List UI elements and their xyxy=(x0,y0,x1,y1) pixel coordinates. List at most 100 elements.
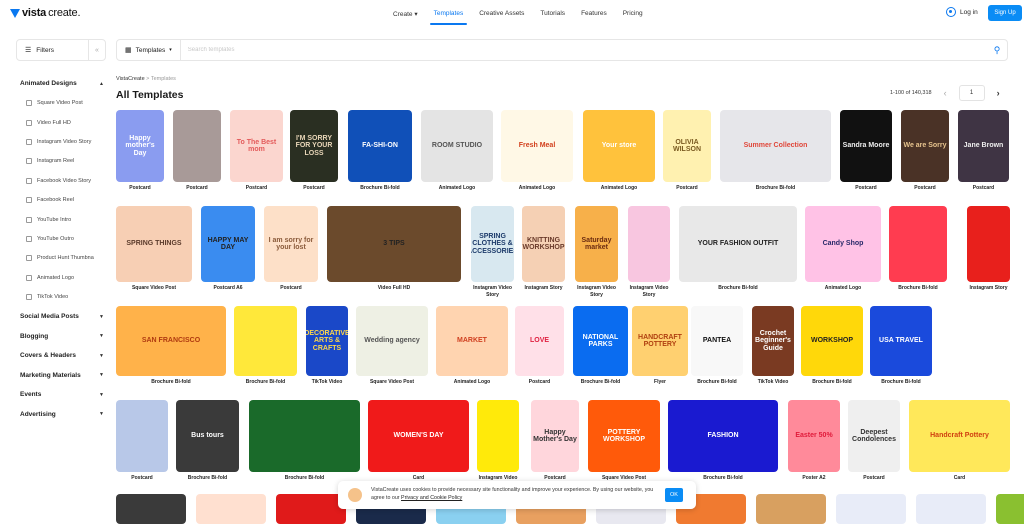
template-thumbnail[interactable]: Deepest Condolences xyxy=(848,400,900,472)
sidebar-item-square-video-post[interactable]: Square Video Post xyxy=(20,94,104,113)
sidebar-item-tiktok-video[interactable]: TikTok Video xyxy=(20,287,104,306)
search-input[interactable] xyxy=(180,47,987,53)
template-card[interactable]: Summer Collection Brochure Bi-fold xyxy=(720,110,831,192)
template-card[interactable]: Instagram Video xyxy=(477,400,519,482)
template-card[interactable]: I'M SORRY FOR YOUR LOSS Postcard xyxy=(290,110,338,192)
template-card[interactable]: Bus tours Brochure Bi-fold xyxy=(176,400,239,482)
nav-item-create[interactable]: Create ▾ xyxy=(385,0,426,27)
template-card[interactable]: Sandra Moore Postcard xyxy=(840,110,892,192)
template-thumbnail[interactable]: MARKET xyxy=(436,306,508,376)
template-card[interactable]: Handcraft Pottery Card xyxy=(909,400,1010,482)
prev-page-icon[interactable]: ‹ xyxy=(944,88,947,98)
template-thumbnail[interactable]: SPRING CLOTHES & ACCESSORIES xyxy=(471,206,514,282)
sidebar-section-events[interactable]: Events ▼ xyxy=(20,385,104,405)
template-card[interactable]: WOMEN'S DAY Card xyxy=(368,400,469,482)
template-thumbnail[interactable]: SPRING THINGS xyxy=(116,206,192,282)
template-card[interactable]: MARKET Animated Logo xyxy=(436,306,508,386)
template-card[interactable]: We are Sorry Postcard xyxy=(901,110,949,192)
template-card[interactable]: PANTEA Brochure Bi-fold xyxy=(691,306,743,386)
sidebar-section-marketing-materials[interactable]: Marketing Materials ▼ xyxy=(20,365,104,385)
nav-item-creative-assets[interactable]: Creative Assets xyxy=(471,0,532,27)
template-thumbnail[interactable]: ROOM STUDIO xyxy=(421,110,493,182)
template-card[interactable]: LOVE Postcard xyxy=(515,306,564,386)
sidebar-section-social-media-posts[interactable]: Social Media Posts ▼ xyxy=(20,307,104,327)
template-thumbnail[interactable]: SAN FRANCISCO xyxy=(116,306,226,376)
template-card[interactable]: I am sorry for your lost Postcard xyxy=(264,206,318,292)
template-thumbnail[interactable]: FASHION xyxy=(668,400,778,472)
template-thumbnail[interactable] xyxy=(196,494,266,524)
template-card[interactable]: Jane Brown Postcard xyxy=(958,110,1009,192)
nav-item-pricing[interactable]: Pricing xyxy=(615,0,651,27)
template-thumbnail[interactable]: Summer Collection xyxy=(720,110,831,182)
sidebar-section-covers-headers[interactable]: Covers & Headers ▼ xyxy=(20,346,104,366)
sidebar-item-facebook-reel[interactable]: Facebook Reel xyxy=(20,190,104,209)
template-card[interactable]: SPRING THINGS Square Video Post xyxy=(116,206,192,292)
template-card[interactable]: WORKSHOP Brochure Bi-fold xyxy=(801,306,863,386)
template-thumbnail[interactable]: Sandra Moore xyxy=(840,110,892,182)
template-thumbnail[interactable]: Candy Shop xyxy=(805,206,881,282)
template-thumbnail[interactable]: Wedding agency xyxy=(356,306,428,376)
template-thumbnail[interactable]: Jane Brown xyxy=(958,110,1009,182)
template-card[interactable]: Instagram Video Story xyxy=(628,206,670,298)
template-thumbnail[interactable]: USA TRAVEL xyxy=(870,306,932,376)
template-thumbnail[interactable]: FA-SHI-ON xyxy=(348,110,412,182)
page-number-input[interactable]: 1 xyxy=(958,85,985,101)
template-card[interactable]: HANDCRAFT POTTERY Flyer xyxy=(632,306,688,386)
template-thumbnail[interactable]: Fresh Meal xyxy=(501,110,573,182)
template-card[interactable]: Fresh Meal Animated Logo xyxy=(501,110,573,192)
login-link[interactable]: Log in xyxy=(946,7,978,17)
template-thumbnail[interactable]: HANDCRAFT POTTERY xyxy=(632,306,688,376)
template-thumbnail[interactable] xyxy=(996,494,1024,524)
template-card[interactable]: HAPPY MAY DAY Postcard A6 xyxy=(201,206,255,292)
sidebar-item-product-hunt-thumbna[interactable]: Product Hunt Thumbna xyxy=(20,249,104,268)
template-card[interactable]: Postcard xyxy=(116,400,168,482)
vistacreate-logo[interactable]: vista create. xyxy=(10,7,81,19)
template-thumbnail[interactable]: Saturday market xyxy=(575,206,618,282)
template-thumbnail[interactable]: 3 TIPS xyxy=(327,206,461,282)
template-card[interactable]: Happy mother's Day Postcard xyxy=(116,110,164,192)
template-thumbnail[interactable]: PANTEA xyxy=(691,306,743,376)
template-thumbnail[interactable] xyxy=(916,494,986,524)
template-thumbnail[interactable] xyxy=(249,400,360,472)
template-card[interactable]: Brochure Bi-fold xyxy=(889,206,947,292)
template-type-select[interactable]: ▦ Templates ▾ xyxy=(117,40,181,60)
template-thumbnail[interactable]: WORKSHOP xyxy=(801,306,863,376)
template-card[interactable]: 3 TIPS Video Full HD xyxy=(327,206,461,292)
cookie-ok-button[interactable]: OK xyxy=(665,488,683,502)
sidebar-item-instagram-video-story[interactable]: Instagram Video Story xyxy=(20,132,104,151)
template-card[interactable]: Brochure Bi-fold xyxy=(249,400,360,482)
breadcrumb-root[interactable]: VistaCreate xyxy=(116,76,145,82)
template-thumbnail[interactable]: Happy Mother's Day xyxy=(531,400,579,472)
template-thumbnail[interactable]: OLIVIA WILSON xyxy=(663,110,711,182)
sidebar-item-youtube-intro[interactable]: YouTube Intro xyxy=(20,210,104,229)
template-thumbnail[interactable] xyxy=(276,494,346,524)
template-thumbnail[interactable] xyxy=(836,494,906,524)
template-thumbnail[interactable]: Crochet Beginner's Guide xyxy=(752,306,794,376)
collapse-sidebar-button[interactable]: « xyxy=(89,47,105,54)
sidebar-item-youtube-outro[interactable]: YouTube Outro xyxy=(20,229,104,248)
sidebar-section-animated-designs[interactable]: Animated Designs ▲ xyxy=(20,74,104,94)
sidebar-item-facebook-video-story[interactable]: Facebook Video Story xyxy=(20,171,104,190)
template-thumbnail[interactable] xyxy=(173,110,221,182)
search-icon[interactable]: ⚲ xyxy=(987,45,1007,56)
template-thumbnail[interactable]: Easter 50% xyxy=(788,400,840,472)
template-thumbnail[interactable] xyxy=(756,494,826,524)
template-thumbnail[interactable]: To The Best mom xyxy=(230,110,283,182)
template-card[interactable]: Postcard xyxy=(173,110,221,192)
template-card[interactable]: Instagram Story xyxy=(967,206,1010,292)
template-card[interactable]: ROOM STUDIO Animated Logo xyxy=(421,110,493,192)
template-card[interactable]: FA-SHI-ON Brochure Bi-fold xyxy=(348,110,412,192)
template-card[interactable]: YOUR FASHION OUTFIT Brochure Bi-fold xyxy=(679,206,797,292)
template-thumbnail[interactable]: Handcraft Pottery xyxy=(909,400,1010,472)
template-card[interactable]: SPRING CLOTHES & ACCESSORIES Instagram Vi… xyxy=(471,206,514,298)
template-card[interactable]: Wedding agency Square Video Post xyxy=(356,306,428,386)
template-thumbnail[interactable]: WOMEN'S DAY xyxy=(368,400,469,472)
template-thumbnail[interactable] xyxy=(628,206,670,282)
template-thumbnail[interactable]: Happy mother's Day xyxy=(116,110,164,182)
template-thumbnail[interactable] xyxy=(477,400,519,472)
template-thumbnail[interactable]: I'M SORRY FOR YOUR LOSS xyxy=(290,110,338,182)
signup-button[interactable]: Sign Up xyxy=(988,5,1022,21)
template-thumbnail[interactable]: NATIONAL PARKS xyxy=(573,306,628,376)
template-card[interactable]: DECORATIVE ARTS & CRAFTS TikTok Video xyxy=(306,306,348,386)
template-thumbnail[interactable]: YOUR FASHION OUTFIT xyxy=(679,206,797,282)
